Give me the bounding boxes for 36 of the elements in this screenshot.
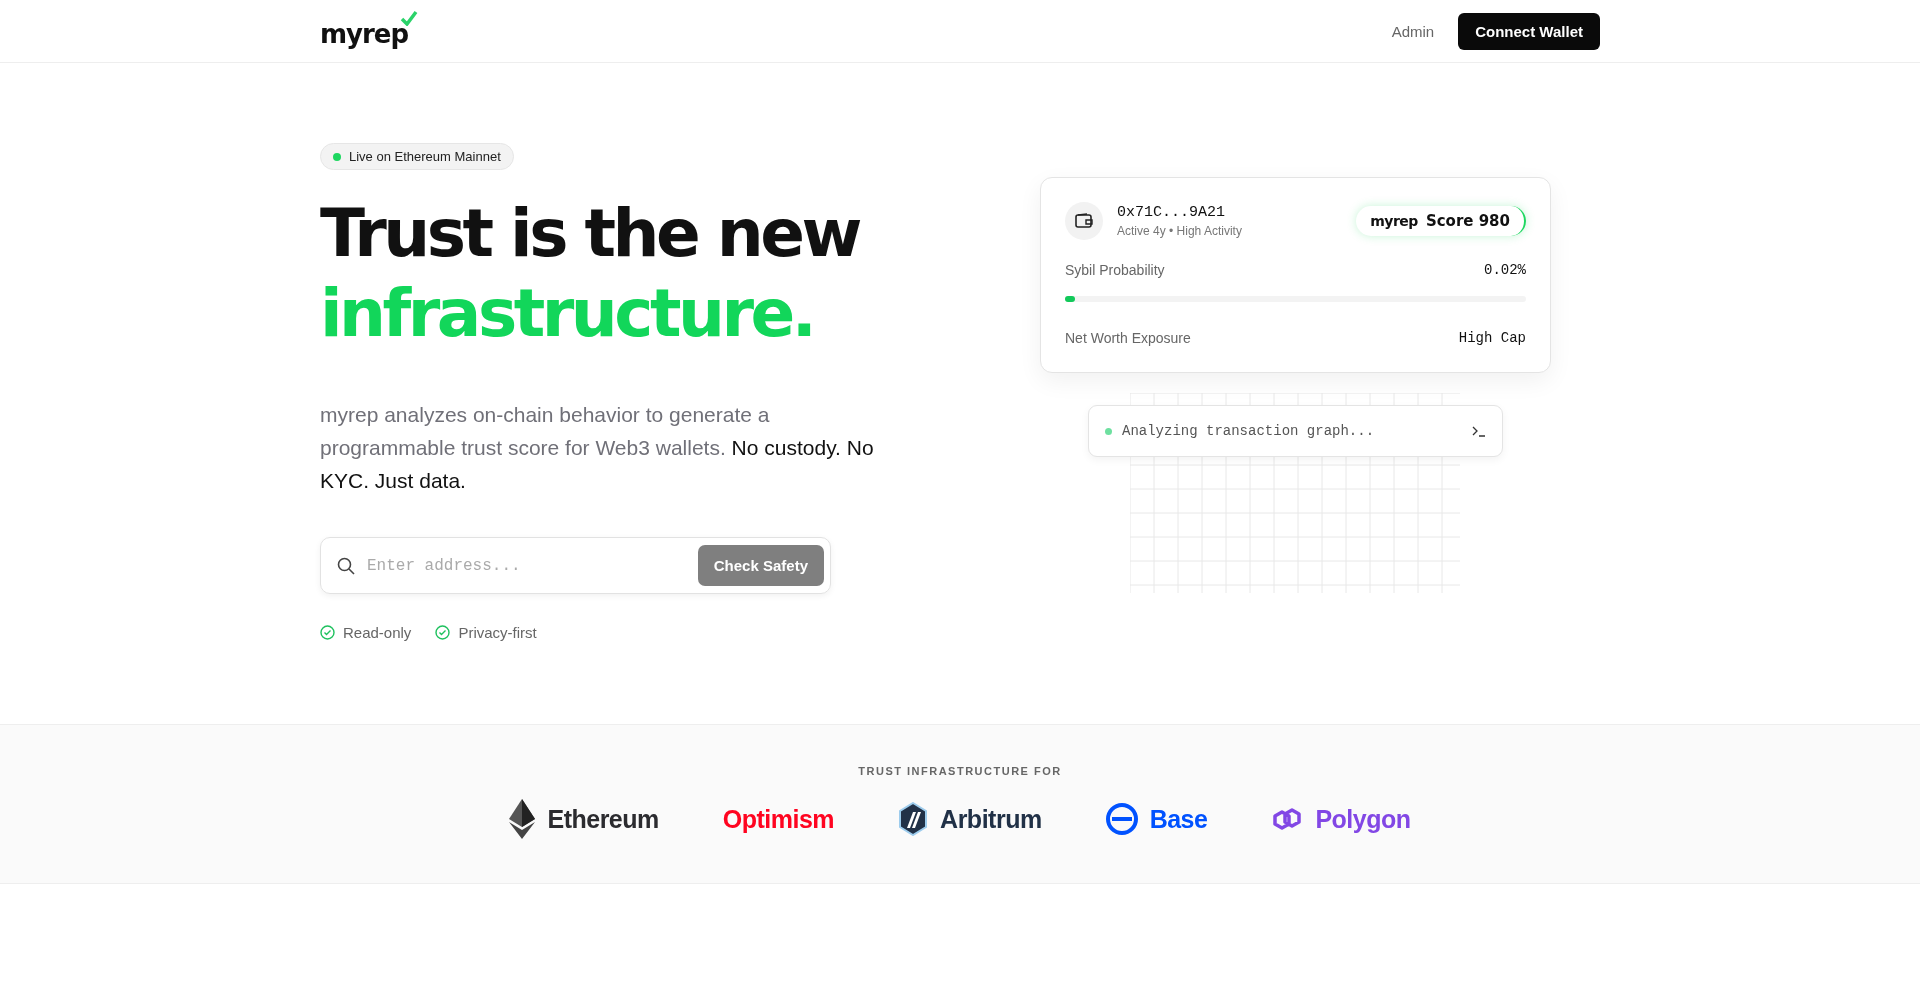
headline-accent: infrastructure. <box>320 274 815 354</box>
description: myrep analyzes on-chain behavior to generate a programmable trust score for Web3 wallets. No custody. No KYC. Just data. <box>320 402 875 494</box>
score-value: Score 980 <box>1425 212 1510 230</box>
network-name: Arbitrum <box>940 804 1042 834</box>
circle-icon <box>1105 803 1138 835</box>
status-dot <box>1105 427 1112 435</box>
headline: Trust is the new <box>320 194 861 274</box>
metric-label: Net Worth Exposure <box>1065 330 1191 346</box>
metric-value: 0.02% <box>1484 262 1526 278</box>
hexagon-icon <box>898 802 929 836</box>
console-text: Analyzing transaction graph... <box>1122 423 1376 439</box>
address-search-field[interactable]: Enter address... Check Safety <box>320 537 831 594</box>
diamond-icon <box>509 799 536 839</box>
section-label: TRUST INFRASTRUCTURE FOR <box>858 765 1062 777</box>
connect-wallet-button[interactable]: Connect Wallet <box>1458 12 1600 50</box>
network-name: Polygon <box>1315 804 1411 834</box>
wallet-meta: Active 4y • High Activity <box>1117 224 1242 238</box>
logo[interactable]: myrep <box>320 10 419 52</box>
feature-label: Privacy-first <box>458 624 537 641</box>
check-circle-icon <box>320 625 335 640</box>
wallet-icon <box>1065 202 1103 240</box>
metric-value: High Cap <box>1458 330 1526 346</box>
search-icon <box>337 556 355 575</box>
score-logo: myrep <box>1370 213 1418 229</box>
wallet-address: 0x71C...9A21 <box>1117 204 1227 221</box>
network-name: Optimism <box>722 804 835 834</box>
network-name: Base <box>1149 804 1208 834</box>
feature-label: Read-only <box>343 624 412 641</box>
network-name: Ethereum <box>547 804 659 834</box>
terminal-icon <box>1472 425 1486 437</box>
check-circle-icon <box>435 625 451 640</box>
nav-link[interactable]: Admin <box>1391 22 1435 40</box>
metric-label: Sybil Probability <box>1065 262 1165 278</box>
check-safety-button[interactable]: Check Safety <box>697 545 824 586</box>
badge-label: Live on Ethereum Mainnet <box>349 149 501 164</box>
status-dot <box>333 152 341 161</box>
